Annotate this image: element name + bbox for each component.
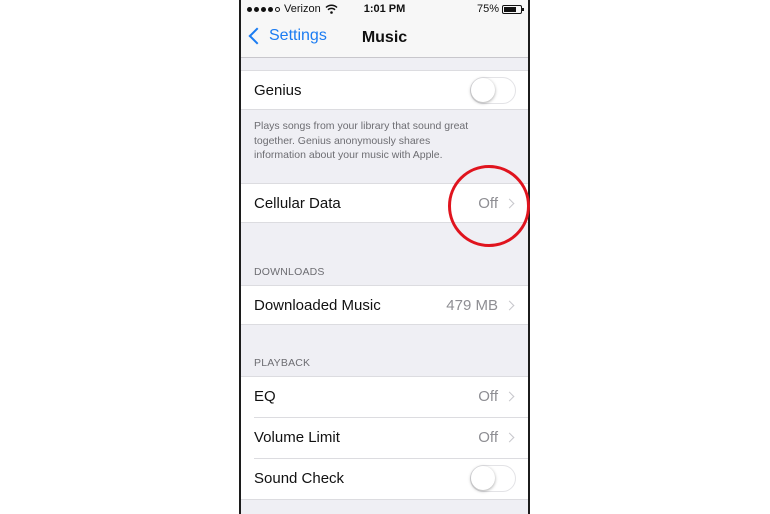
- navigation-bar: Settings Music: [241, 20, 528, 58]
- toggle-knob: [471, 466, 495, 490]
- cellular-data-label: Cellular Data: [254, 195, 341, 212]
- status-bar: Verizon 1:01 PM 75%: [241, 0, 528, 20]
- toggle-knob: [471, 78, 495, 102]
- eq-label: EQ: [254, 388, 276, 405]
- genius-row: Genius: [241, 70, 528, 110]
- sound-check-row: Sound Check: [241, 459, 528, 499]
- playback-group: EQ Off Volume Limit Off Sound Check: [241, 376, 528, 500]
- volume-limit-row[interactable]: Volume Limit Off: [241, 418, 528, 458]
- genius-note-line: information about your music with Apple.: [254, 149, 443, 161]
- volume-limit-value: Off: [478, 429, 498, 446]
- genius-note-line: Plays songs from your library that sound…: [254, 120, 469, 132]
- chevron-right-icon: [504, 391, 515, 402]
- sound-check-label: Sound Check: [254, 470, 345, 487]
- downloaded-music-row[interactable]: Downloaded Music 479 MB: [241, 285, 528, 325]
- genius-label: Genius: [254, 82, 302, 99]
- genius-note-line: together. Genius anonymously shares: [254, 134, 431, 147]
- eq-value: Off: [478, 388, 498, 405]
- page-title: Music: [361, 29, 408, 46]
- chevron-right-icon: [504, 432, 515, 443]
- sound-check-toggle[interactable]: [470, 465, 516, 492]
- phone-screen: Verizon 1:01 PM 75% Settings Music Geniu…: [239, 0, 530, 514]
- genius-toggle[interactable]: [470, 77, 516, 104]
- battery-icon: [502, 4, 524, 14]
- genius-description: Plays songs from your library that sound…: [254, 119, 516, 163]
- chevron-right-icon: [504, 300, 515, 311]
- eq-row[interactable]: EQ Off: [241, 377, 528, 417]
- playback-header: PLAYBACK: [254, 357, 311, 369]
- battery-indicator: 75%: [476, 3, 524, 15]
- downloaded-music-label: Downloaded Music: [254, 297, 381, 314]
- battery-percent: 75%: [476, 3, 499, 15]
- downloaded-music-value: 479 MB: [446, 297, 498, 314]
- volume-limit-label: Volume Limit: [254, 429, 340, 446]
- highlight-circle: [448, 165, 530, 247]
- downloads-header: DOWNLOADS: [254, 266, 325, 278]
